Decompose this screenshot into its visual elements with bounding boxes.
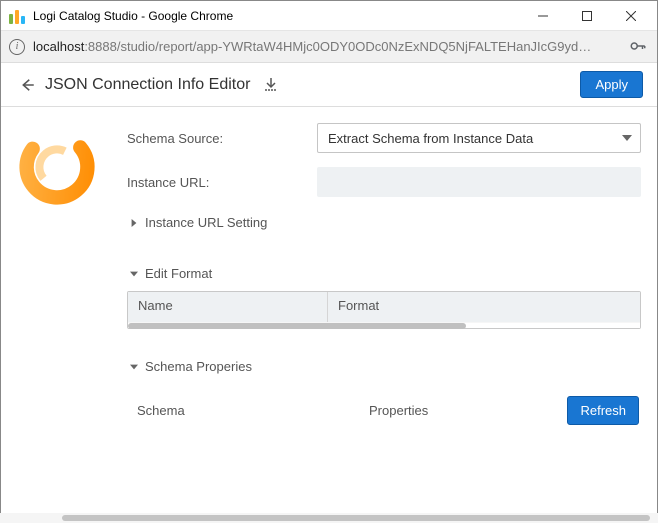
schema-source-select[interactable]: Extract Schema from Instance Data bbox=[317, 123, 641, 153]
scrollbar-thumb[interactable] bbox=[128, 323, 466, 329]
editor-header: JSON Connection Info Editor Apply bbox=[1, 63, 657, 107]
window-minimize-button[interactable] bbox=[521, 2, 565, 30]
connection-logo bbox=[17, 123, 127, 425]
page-title: JSON Connection Info Editor bbox=[45, 76, 250, 94]
site-info-icon[interactable]: i bbox=[9, 39, 25, 55]
chevron-down-icon bbox=[127, 363, 141, 371]
instance-url-input[interactable] bbox=[317, 167, 641, 197]
instance-url-setting-toggle[interactable]: Instance URL Setting bbox=[127, 215, 641, 230]
window-title: Logi Catalog Studio - Google Chrome bbox=[33, 9, 521, 23]
editor-content: Schema Source: Extract Schema from Insta… bbox=[1, 107, 657, 510]
browser-url-bar[interactable]: i localhost:8888/studio/report/app-YWRta… bbox=[1, 31, 657, 63]
table-col-name[interactable]: Name bbox=[128, 292, 328, 322]
url-text[interactable]: localhost:8888/studio/report/app-YWRtaW4… bbox=[33, 39, 623, 54]
schema-properties-label: Schema Properies bbox=[145, 359, 252, 374]
content-horizontal-scrollbar[interactable] bbox=[0, 513, 658, 523]
schema-properties-toggle[interactable]: Schema Properies bbox=[127, 359, 641, 374]
schema-source-label: Schema Source: bbox=[127, 131, 317, 146]
properties-column-header: Properties bbox=[369, 403, 567, 418]
refresh-button[interactable]: Refresh bbox=[567, 396, 639, 425]
scrollbar-thumb[interactable] bbox=[62, 515, 650, 521]
app-logo-icon bbox=[9, 8, 25, 24]
window-maximize-button[interactable] bbox=[565, 2, 609, 30]
table-col-format[interactable]: Format bbox=[328, 292, 640, 322]
import-icon[interactable] bbox=[260, 74, 282, 96]
window-close-button[interactable] bbox=[609, 2, 653, 30]
table-horizontal-scrollbar[interactable] bbox=[128, 322, 640, 328]
schema-properties-panel: Schema Properties Refresh bbox=[127, 396, 641, 425]
chevron-down-icon bbox=[127, 270, 141, 278]
edit-format-toggle[interactable]: Edit Format bbox=[127, 266, 641, 281]
edit-format-table: Name Format bbox=[127, 291, 641, 329]
back-button[interactable] bbox=[15, 73, 39, 97]
edit-format-label: Edit Format bbox=[145, 266, 212, 281]
instance-url-setting-label: Instance URL Setting bbox=[145, 215, 267, 230]
schema-column-header: Schema bbox=[129, 403, 369, 418]
json-connection-icon bbox=[17, 127, 97, 207]
chevron-down-icon bbox=[622, 131, 632, 146]
instance-url-label: Instance URL: bbox=[127, 175, 317, 190]
saved-password-key-icon[interactable] bbox=[629, 37, 649, 57]
window-titlebar: Logi Catalog Studio - Google Chrome bbox=[1, 1, 657, 31]
schema-source-value: Extract Schema from Instance Data bbox=[328, 131, 533, 146]
apply-button[interactable]: Apply bbox=[580, 71, 643, 98]
chevron-right-icon bbox=[127, 219, 141, 227]
